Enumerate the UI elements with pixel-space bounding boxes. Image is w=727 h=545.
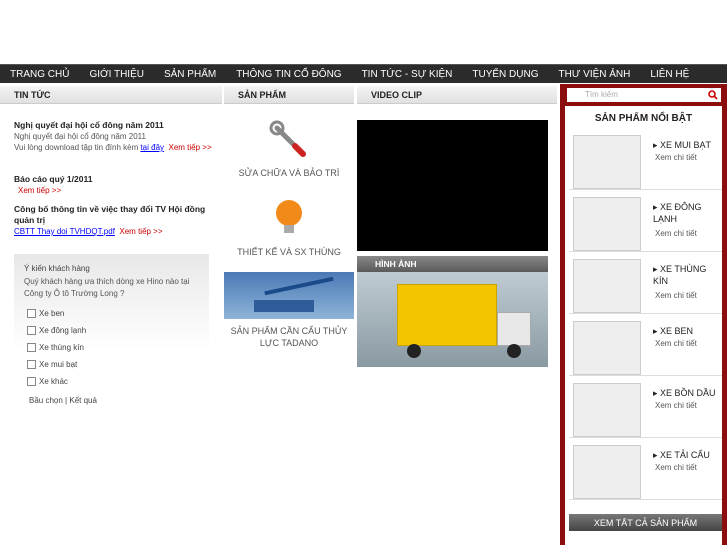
arrow-icon: ▸ — [653, 326, 658, 336]
product-item[interactable]: ▸ XE BỒN DẦU Xem chi tiết — [569, 380, 722, 438]
news-header: TIN TỨC — [0, 86, 222, 104]
product-item[interactable]: ▸ XE MUI BẠT Xem chi tiết — [569, 132, 722, 190]
product-image[interactable] — [573, 197, 641, 251]
download-link[interactable]: tại đây — [140, 143, 164, 152]
view-all-button[interactable]: XEM TẤT CẢ SẢN PHẨM — [569, 514, 722, 531]
read-more-link[interactable]: Xem tiếp >> — [119, 227, 162, 236]
product-image[interactable] — [573, 259, 641, 313]
arrow-icon: ▸ — [653, 140, 658, 150]
poll-option[interactable]: Xe ben — [27, 309, 64, 318]
search-input[interactable]: Tìm kiếm — [567, 88, 721, 102]
nav-contact[interactable]: LIÊN HỆ — [650, 69, 689, 80]
read-more-link[interactable]: Xem tiếp >> — [168, 143, 211, 152]
video-header: VIDEO CLIP — [357, 86, 557, 104]
product-image[interactable] — [573, 135, 641, 189]
service-design[interactable]: THIẾT KẾ VÀ SX THÙNG — [224, 196, 354, 257]
attachment-link[interactable]: CBTT Thay doi TVHDQT.pdf — [14, 227, 115, 236]
poll-title: Ý kiến khách hàng — [24, 264, 90, 273]
sidebar: Tìm kiếm SẢN PHẨM NỔI BẬT ▸ XE MUI BẠT X… — [560, 84, 727, 545]
customer-poll: Ý kiến khách hàng Quý khách hàng ưa thíc… — [14, 254, 209, 414]
images-header: HÌNH ẢNH — [357, 256, 548, 272]
product-item[interactable]: ▸ XE ĐÔNG LẠNH Xem chi tiết — [569, 194, 722, 252]
service-crane[interactable]: SẢN PHẨM CẦN CẨU THỦY LỰC TADANO — [224, 272, 354, 349]
lightbulb-icon — [276, 200, 302, 233]
poll-question: Quý khách hàng ưa thích dòng xe Hino nào… — [24, 277, 190, 298]
nav-home[interactable]: TRANG CHỦ — [10, 69, 69, 80]
nav-shareholders[interactable]: THÔNG TIN CỔ ĐÔNG — [236, 69, 341, 80]
news-summary: Nghị quyết đại hội cổ đông năm 2011 — [14, 132, 146, 141]
news-title[interactable]: Nghị quyết đại hội cổ đông năm 2011 — [14, 120, 164, 130]
nav-news[interactable]: TIN TỨC - SỰ KIỆN — [362, 69, 453, 80]
arrow-icon: ▸ — [653, 388, 658, 398]
wrench-icon — [269, 120, 306, 157]
featured-title: SẢN PHẨM NỔI BẬT — [594, 113, 693, 124]
news-item: Báo cáo quý 1/2011 Xem tiếp >> — [14, 174, 214, 196]
header-banner — [0, 0, 727, 64]
nav-careers[interactable]: TUYỂN DỤNG — [472, 69, 538, 80]
news-note: Vui lòng download tập tin đính kèm — [14, 143, 141, 152]
nav-gallery[interactable]: THƯ VIỆN ẢNH — [559, 69, 631, 80]
news-title[interactable]: Công bố thông tin về việc thay đổi TV Hộ… — [14, 204, 205, 225]
product-item[interactable]: ▸ XE TẢI CẨU Xem chi tiết — [569, 442, 722, 500]
featured-panel: SẢN PHẨM NỔI BẬT ▸ XE MUI BẠT Xem chi ti… — [565, 106, 722, 545]
arrow-icon: ▸ — [653, 264, 658, 274]
checkbox[interactable] — [27, 326, 36, 335]
gallery-image[interactable] — [357, 272, 548, 367]
video-column: HÌNH ẢNH — [357, 104, 557, 545]
services-column: SỬA CHỮA VÀ BẢO TRÌ THIẾT KẾ VÀ SX THÙNG… — [224, 104, 354, 545]
search-icon[interactable] — [708, 90, 718, 100]
poll-option[interactable]: Xe khác — [27, 377, 68, 386]
nav-about[interactable]: GIỚI THIỆU — [89, 69, 144, 80]
arrow-icon: ▸ — [653, 202, 658, 212]
product-image[interactable] — [573, 321, 641, 375]
news-item: Công bố thông tin về việc thay đổi TV Hộ… — [14, 204, 214, 237]
separator: | — [65, 396, 68, 405]
results-button[interactable]: Kết quả — [69, 396, 97, 405]
products-header: SẢN PHẨM — [224, 86, 354, 104]
news-item: Nghị quyết đại hội cổ đông năm 2011 Nghị… — [14, 120, 214, 153]
product-image[interactable] — [573, 445, 641, 499]
crane-image — [224, 272, 354, 319]
poll-option[interactable]: Xe mui bạt — [27, 360, 77, 369]
service-repair[interactable]: SỬA CHỮA VÀ BẢO TRÌ — [224, 120, 354, 178]
news-title[interactable]: Báo cáo quý 1/2011 — [14, 174, 92, 184]
checkbox[interactable] — [27, 343, 36, 352]
read-more-link[interactable]: Xem tiếp >> — [14, 186, 61, 195]
product-item[interactable]: ▸ XE THÙNG KÍN Xem chi tiết — [569, 256, 722, 314]
checkbox[interactable] — [27, 360, 36, 369]
video-player[interactable] — [357, 120, 548, 251]
product-item[interactable]: ▸ XE BEN Xem chi tiết — [569, 318, 722, 376]
product-image[interactable] — [573, 383, 641, 437]
checkbox[interactable] — [27, 377, 36, 386]
arrow-icon: ▸ — [653, 450, 658, 460]
vote-button[interactable]: Bầu chọn — [29, 396, 63, 405]
news-column: Nghị quyết đại hội cổ đông năm 2011 Nghị… — [0, 104, 222, 545]
main-nav: TRANG CHỦ GIỚI THIỆU SẢN PHẨM THÔNG TIN … — [0, 64, 727, 83]
poll-option[interactable]: Xe thùng kín — [27, 343, 84, 352]
nav-products[interactable]: SẢN PHẨM — [164, 69, 216, 80]
checkbox[interactable] — [27, 309, 36, 318]
poll-option[interactable]: Xe đông lạnh — [27, 326, 86, 335]
